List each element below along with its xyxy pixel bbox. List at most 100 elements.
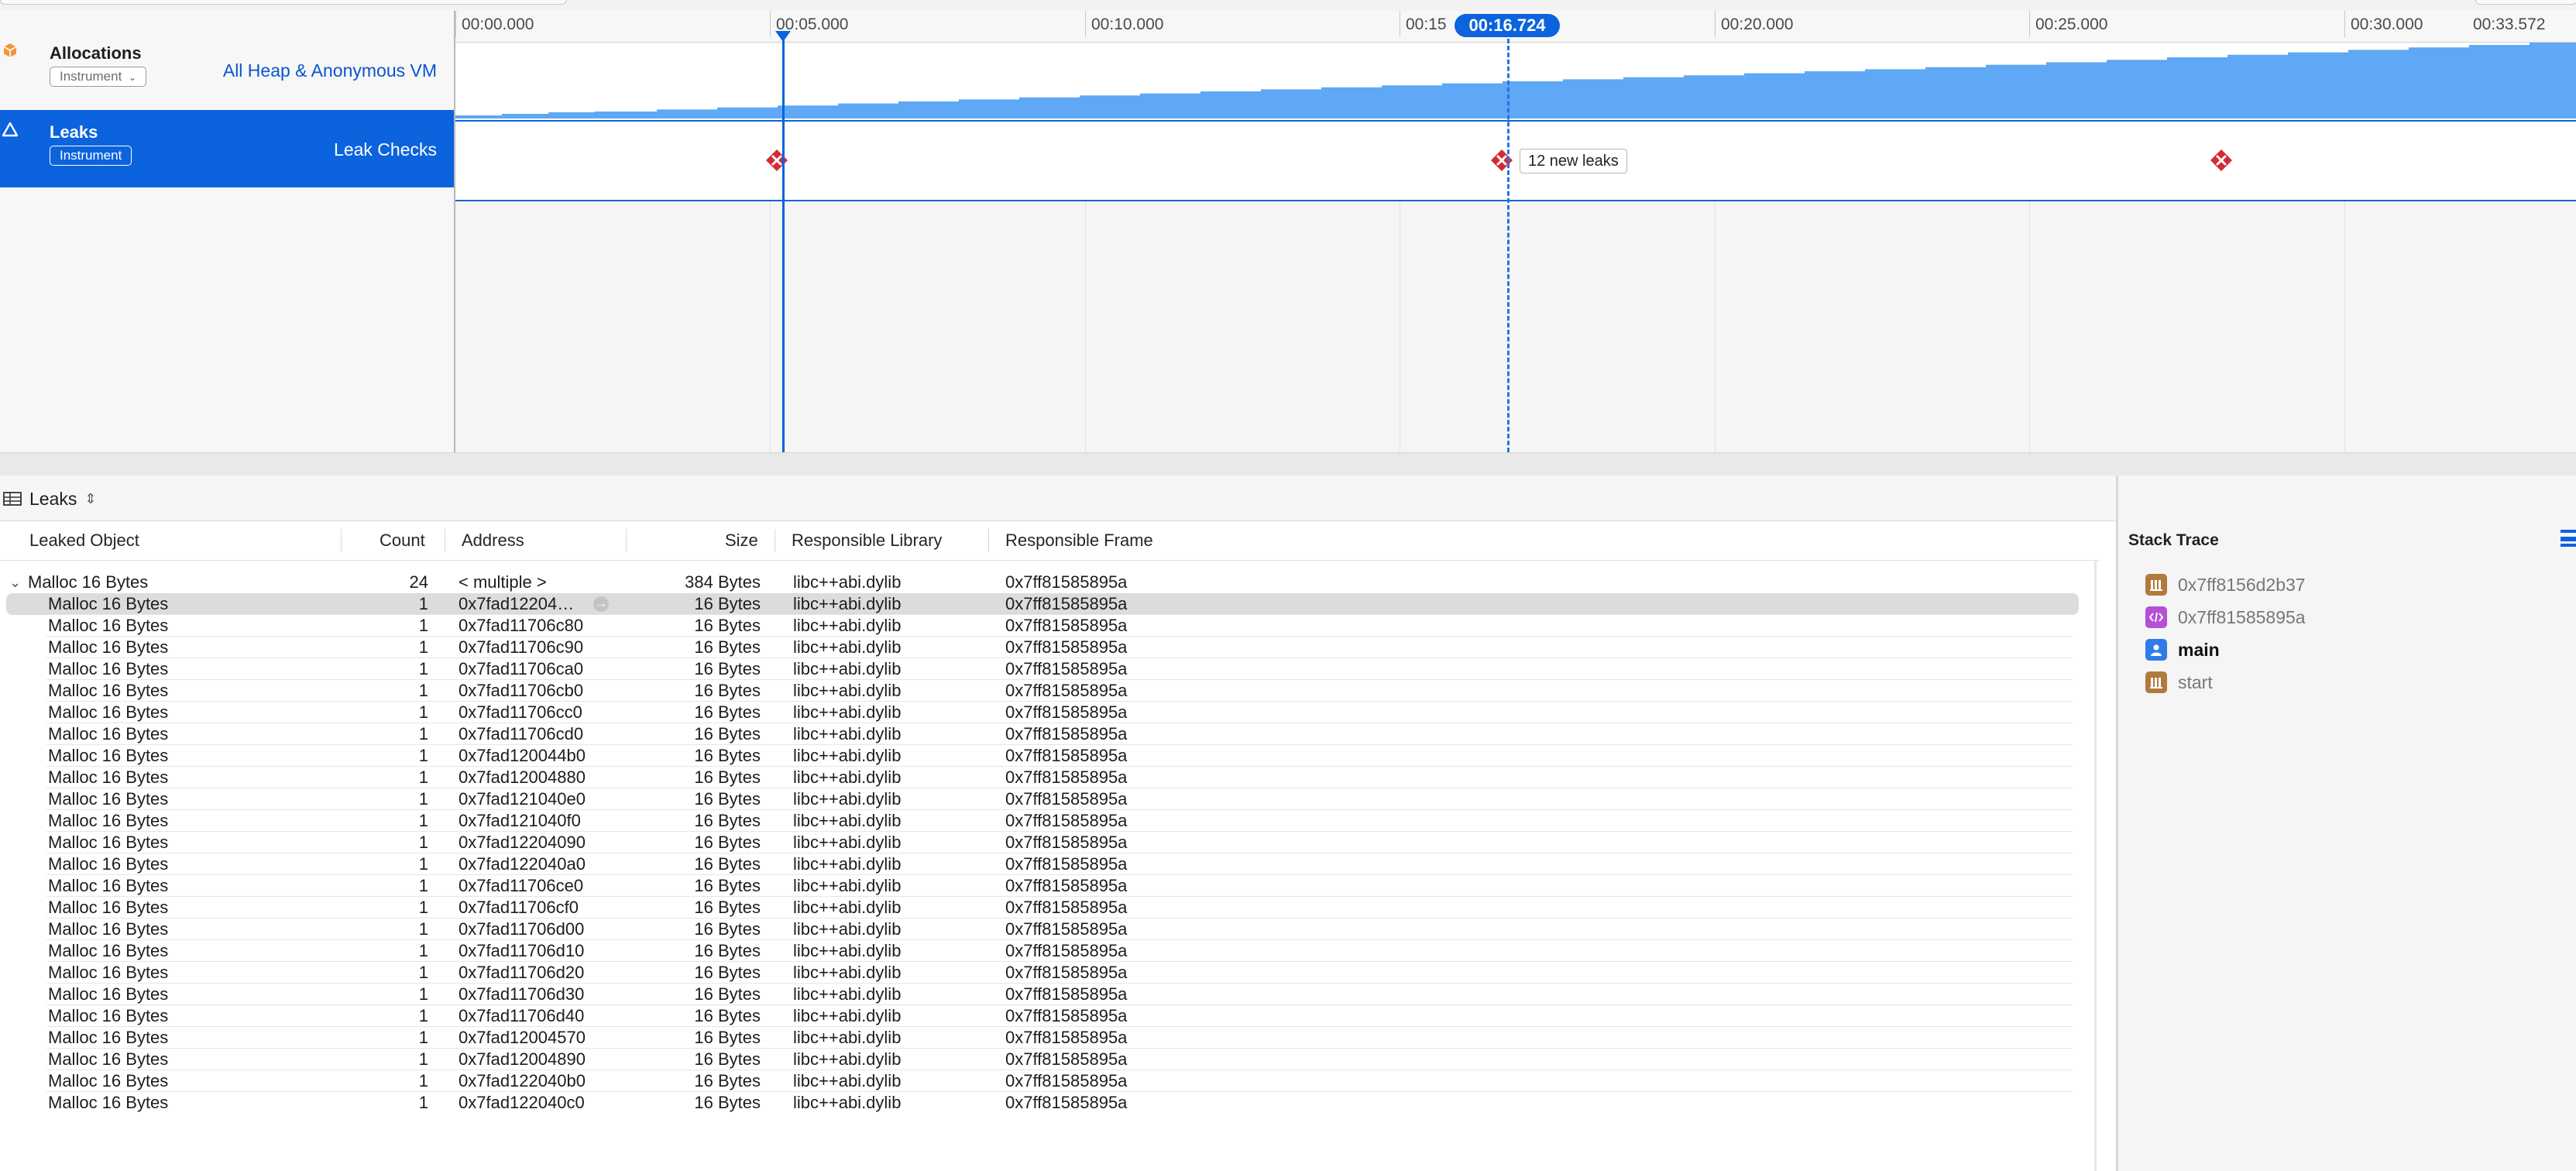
column-header-leaked-object[interactable]: Leaked Object [29, 531, 139, 551]
cell-size: 16 Bytes [694, 637, 761, 657]
cell-count: 1 [418, 616, 428, 635]
row-separator [46, 809, 2073, 810]
leak-check-failed-icon[interactable] [2210, 149, 2233, 172]
disclosure-chevron-icon[interactable]: ⌄ [9, 572, 21, 593]
cell-responsible-frame: 0x7ff81585895a [1005, 854, 1128, 874]
table-row[interactable]: Malloc 16 Bytes 1 0x7fad11706cd0 16 Bytes li… [0, 723, 2091, 745]
chevron-down-icon: ⌄ [129, 72, 137, 83]
top-toolbar-field[interactable] [0, 0, 567, 5]
table-row[interactable]: Malloc 16 Bytes 1 0x7fad11706d10 16 Bytes li… [0, 940, 2091, 962]
cell-count: 24 [409, 572, 428, 592]
row-separator [46, 918, 2073, 919]
cell-responsible-library: libc++abi.dylib [793, 681, 902, 700]
column-header-responsible-library[interactable]: Responsible Library [792, 531, 942, 551]
row-separator [46, 896, 2073, 897]
cell-responsible-library: libc++abi.dylib [793, 854, 902, 874]
column-header-count[interactable]: Count [380, 531, 425, 551]
stack-frame-label: 0x7ff81585895a [2178, 606, 2306, 627]
stack-frame[interactable]: 0x7ff8156d2b37 [2145, 573, 2306, 596]
track-detail[interactable]: All Heap & Anonymous VM [223, 60, 437, 81]
cell-responsible-library: libc++abi.dylib [793, 941, 902, 960]
table-row[interactable]: Malloc 16 Bytes 1 0x7fad11706c90 16 Bytes li… [0, 637, 2091, 658]
inspection-head-handle[interactable] [775, 31, 791, 42]
instrument-badge[interactable]: Instrument [50, 146, 132, 166]
inspection-head-line[interactable] [782, 31, 785, 452]
table-row[interactable]: Malloc 16 Bytes 1 0x7fad120044b0 16 Bytes li… [0, 745, 2091, 767]
pane-splitter[interactable] [0, 452, 2576, 476]
table-row[interactable]: Malloc 16 Bytes 1 0x7fad11706cc0 16 Bytes li… [0, 702, 2091, 723]
cell-size: 16 Bytes [694, 854, 761, 874]
cell-responsible-library: libc++abi.dylib [793, 637, 902, 657]
cursor-time-pill: 00:16.724 [1455, 14, 1560, 37]
hover-cursor-line [1507, 39, 1510, 452]
cell-count: 1 [418, 854, 428, 874]
cell-responsible-library: libc++abi.dylib [793, 746, 902, 765]
table-row[interactable]: Malloc 16 Bytes 1 0x7fad11706d30 16 Bytes li… [0, 984, 2091, 1005]
table-row[interactable]: Malloc 16 Bytes 1 0x7fad11706cf0 16 Bytes li… [0, 897, 2091, 919]
go-to-detail-arrow-icon[interactable]: → [593, 596, 609, 612]
stack-frame[interactable]: start [2145, 671, 2213, 694]
table-row[interactable]: Malloc 16 Bytes 1 0x7fad11706d00 16 Bytes li… [0, 919, 2091, 940]
cell-leaked-object: Malloc 16 Bytes [48, 1071, 169, 1090]
column-divider[interactable] [626, 529, 627, 552]
allocations-lane[interactable] [455, 43, 2576, 122]
table-row[interactable]: Malloc 16 Bytes 1 0x7fad122040a0 16 Bytes li… [0, 853, 2091, 875]
table-row-selected[interactable]: Malloc 16 Bytes 1 0x7fad12204… → 16 Bytes lib… [0, 593, 2091, 615]
table-row[interactable]: Malloc 16 Bytes 1 0x7fad12004880 16 Bytes li… [0, 767, 2091, 788]
stack-frame[interactable]: main [2145, 638, 2220, 661]
cell-size: 16 Bytes [694, 898, 761, 917]
table-row[interactable]: Malloc 16 Bytes 1 0x7fad11706d20 16 Bytes li… [0, 962, 2091, 984]
table-row[interactable]: Malloc 16 Bytes 1 0x7fad12204090 16 Bytes li… [0, 832, 2091, 853]
cell-address: 0x7fad11706d20 [459, 963, 585, 982]
cell-size: 16 Bytes [694, 1071, 761, 1090]
leak-check-failed-icon[interactable] [765, 149, 788, 172]
code-icon [2145, 606, 2167, 628]
cell-responsible-frame: 0x7ff81585895a [1005, 1093, 1128, 1112]
table-row[interactable]: Malloc 16 Bytes 1 0x7fad11706d40 16 Bytes li… [0, 1005, 2091, 1027]
cell-responsible-library: libc++abi.dylib [793, 833, 902, 852]
window-top-strip [0, 0, 2576, 12]
leaks-lane[interactable] [455, 122, 2576, 201]
cell-leaked-object: Malloc 16 Bytes [48, 702, 169, 722]
table-row[interactable]: Malloc 16 Bytes 1 0x7fad11706c80 16 Bytes li… [0, 615, 2091, 637]
table-row[interactable]: Malloc 16 Bytes 1 0x7fad121040f0 16 Bytes li… [0, 810, 2091, 832]
table-scrollbar[interactable] [2094, 560, 2097, 1171]
table-row[interactable]: Malloc 16 Bytes 1 0x7fad11706cb0 16 Bytes li… [0, 680, 2091, 702]
cell-count: 1 [418, 984, 428, 1004]
leak-check-failed-icon[interactable] [1490, 149, 1513, 172]
track-allocations[interactable]: Allocations Instrument ⌄ All Heap & Anon… [0, 31, 454, 108]
table-row[interactable]: Malloc 16 Bytes 1 0x7fad11706ca0 16 Bytes li… [0, 658, 2091, 680]
table-group-row[interactable]: ⌄ Malloc 16 Bytes 24 < multiple > 384 By… [0, 572, 2091, 593]
table-row[interactable]: Malloc 16 Bytes 1 0x7fad12004570 16 Bytes li… [0, 1027, 2091, 1049]
cell-leaked-object: Malloc 16 Bytes [48, 811, 169, 830]
stack-trace-options-icon[interactable] [2557, 528, 2576, 548]
table-row[interactable]: Malloc 16 Bytes 1 0x7fad11706ce0 16 Bytes li… [0, 875, 2091, 897]
track-leaks[interactable]: Leaks Instrument Leak Checks [0, 110, 454, 187]
column-divider[interactable] [988, 529, 989, 552]
cell-address: 0x7fad11706d30 [459, 984, 585, 1004]
stack-frame[interactable]: 0x7ff81585895a [2145, 606, 2306, 629]
cell-size: 16 Bytes [694, 1006, 761, 1025]
cell-responsible-library: libc++abi.dylib [793, 898, 902, 917]
cell-leaked-object: Malloc 16 Bytes [48, 637, 169, 657]
track-detail[interactable]: Leak Checks [334, 139, 437, 160]
cell-count: 1 [418, 941, 428, 960]
column-header-responsible-frame[interactable]: Responsible Frame [1005, 531, 1153, 551]
instrument-badge[interactable]: Instrument ⌄ [50, 67, 147, 87]
table-row[interactable]: Malloc 16 Bytes 1 0x7fad122040c0 16 Bytes li… [0, 1092, 2091, 1114]
detail-view-label: Leaks [29, 488, 77, 509]
ruler-tick: 00:25.000 [2035, 15, 2108, 33]
table-row[interactable]: Malloc 16 Bytes 1 0x7fad122040b0 16 Bytes li… [0, 1070, 2091, 1092]
column-header-address[interactable]: Address [462, 531, 524, 551]
cell-count: 1 [418, 1006, 428, 1025]
column-divider[interactable] [341, 529, 342, 552]
top-toolbar-control[interactable] [2475, 0, 2576, 5]
cell-responsible-frame: 0x7ff81585895a [1005, 572, 1128, 592]
column-header-size[interactable]: Size [725, 531, 758, 551]
detail-view-selector[interactable]: Leaks ⇕ [3, 485, 96, 513]
cell-responsible-library: libc++abi.dylib [793, 876, 902, 895]
table-row[interactable]: Malloc 16 Bytes 1 0x7fad121040e0 16 Bytes li… [0, 788, 2091, 810]
table-row[interactable]: Malloc 16 Bytes 1 0x7fad12004890 16 Bytes li… [0, 1049, 2091, 1070]
cell-responsible-frame: 0x7ff81585895a [1005, 811, 1128, 830]
stack-frame-label: start [2178, 671, 2213, 692]
